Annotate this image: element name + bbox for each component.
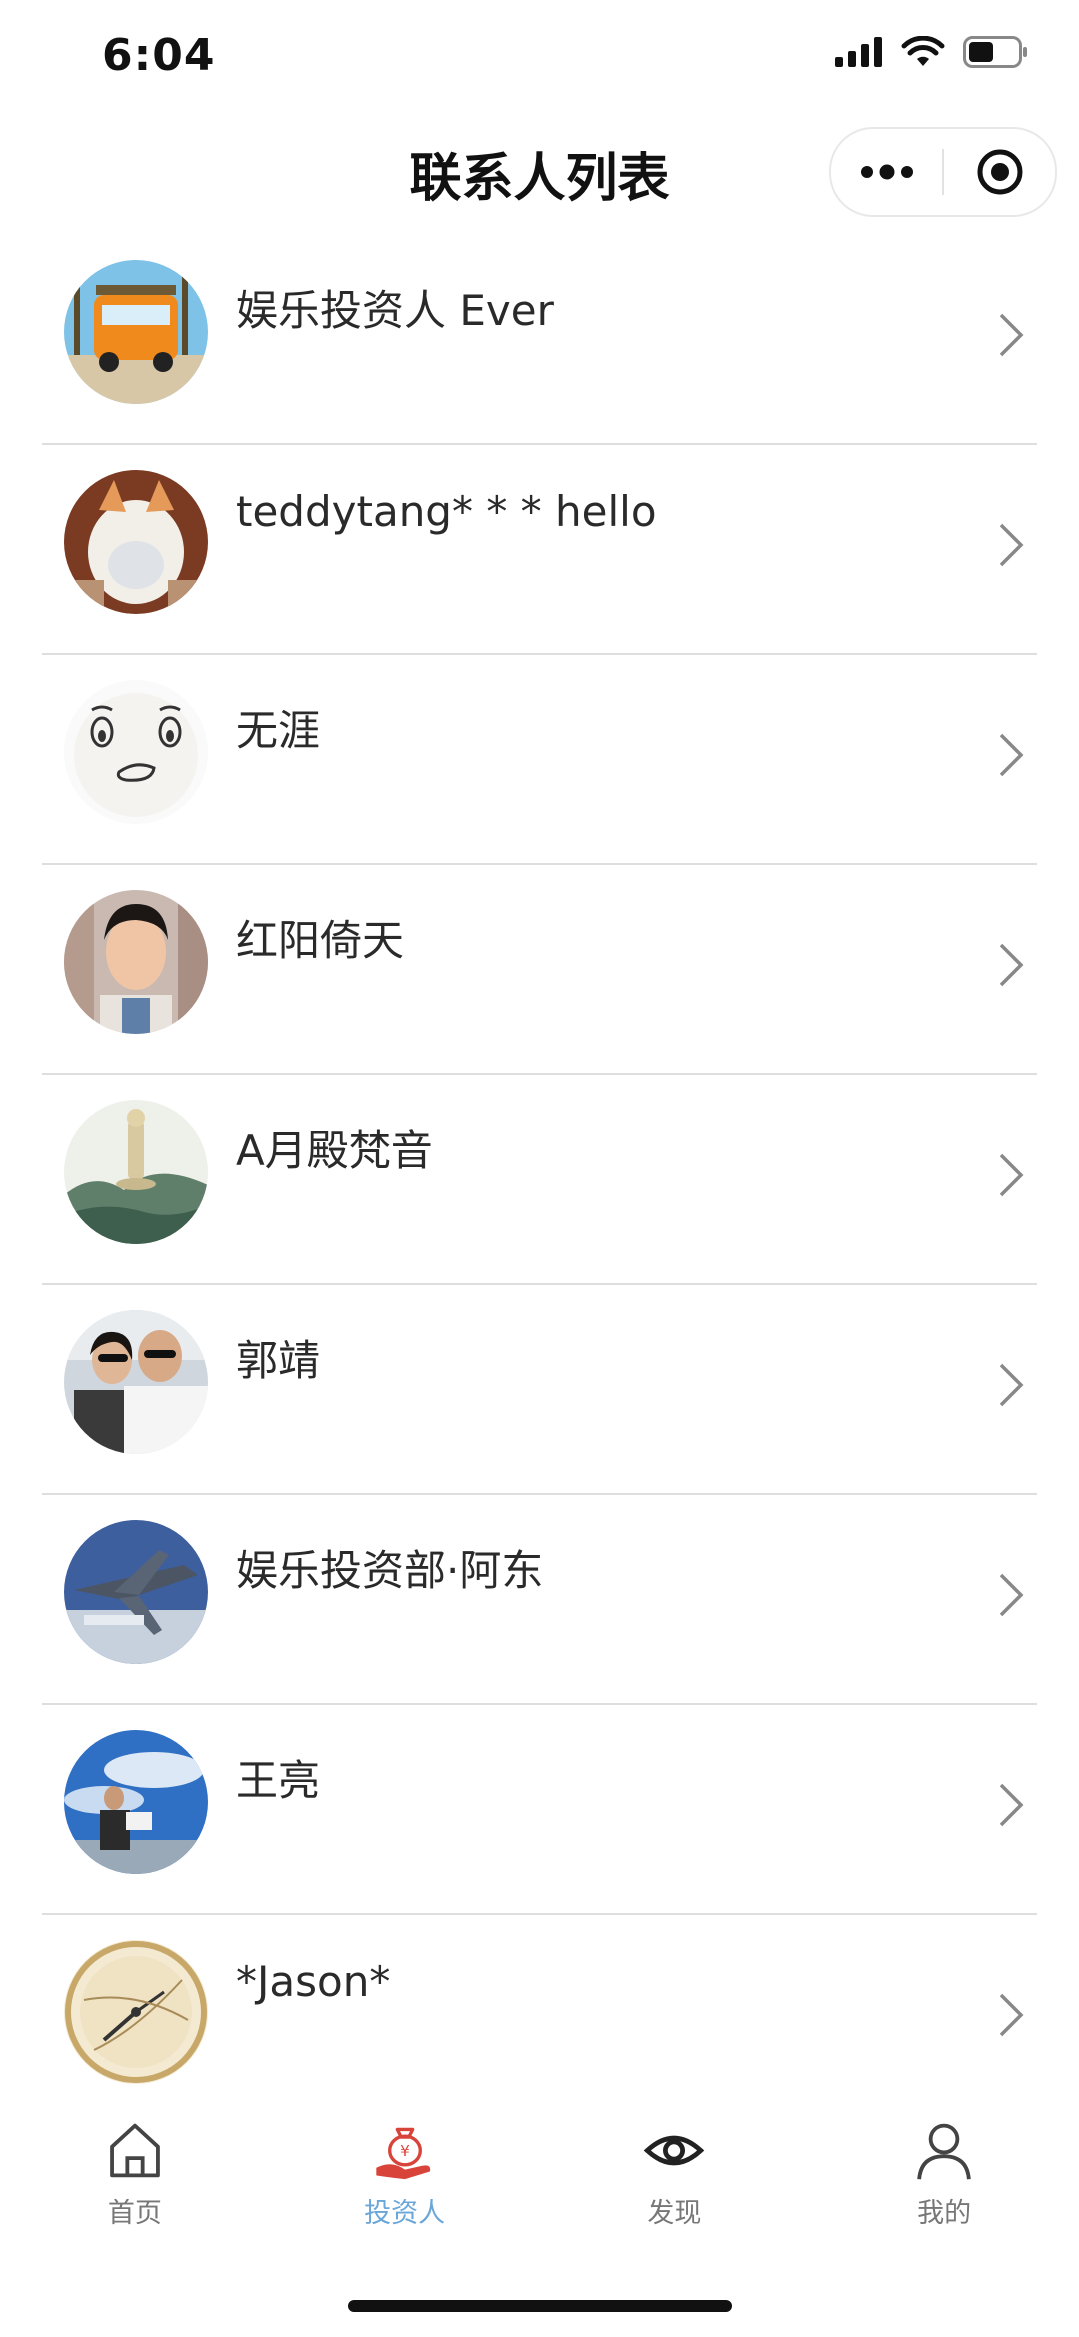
- contact-name: 娱乐投资人 Ever: [236, 286, 554, 335]
- chevron-right-icon: [999, 733, 1024, 777]
- nav-bar: 联系人列表: [0, 110, 1079, 235]
- tab-label: 首页: [107, 2198, 162, 2229]
- more-button[interactable]: [831, 129, 942, 215]
- tab-label: 投资人: [364, 2198, 446, 2229]
- tab-home[interactable]: 首页: [0, 2100, 270, 2230]
- contact-item[interactable]: 无涯: [0, 655, 1079, 865]
- contact-name: 无涯: [236, 706, 321, 755]
- contact-item[interactable]: 红阳倚天: [0, 865, 1079, 1075]
- close-button[interactable]: [944, 129, 1055, 215]
- contact-item[interactable]: 娱乐投资部·阿东: [0, 1495, 1079, 1705]
- status-bar: 6:04: [0, 0, 1079, 110]
- contact-name: 郭靖: [236, 1336, 321, 1385]
- contact-name: A月殿梵音: [236, 1126, 433, 1175]
- contact-item[interactable]: 娱乐投资人 Ever: [0, 235, 1079, 445]
- money-bag-hand-icon: ¥: [375, 2127, 430, 2180]
- avatar: [64, 680, 208, 824]
- chevron-right-icon: [999, 1993, 1024, 2037]
- home-icon: [110, 2123, 160, 2178]
- contact-name: *Jason*: [236, 1957, 391, 2006]
- chevron-right-icon: [999, 1153, 1024, 1197]
- tab-label: 我的: [917, 2198, 972, 2229]
- target-icon: [977, 149, 1022, 195]
- avatar: [64, 470, 208, 614]
- tab-discover[interactable]: 发现: [540, 2100, 810, 2230]
- svg-text:¥: ¥: [400, 2142, 410, 2160]
- chevron-right-icon: [999, 1363, 1024, 1407]
- tab-bar: 首页 ¥ 投资人 发现 我的: [0, 2100, 1079, 2230]
- contact-item[interactable]: 王亮: [0, 1705, 1079, 1915]
- user-icon: [917, 2123, 971, 2180]
- contact-name: 娱乐投资部·阿东: [236, 1546, 544, 1595]
- more-dots-icon: [860, 164, 913, 180]
- chevron-right-icon: [999, 1783, 1024, 1827]
- status-time: 6:04: [102, 30, 216, 81]
- eye-icon: [644, 2135, 705, 2166]
- contact-item[interactable]: 郭靖: [0, 1285, 1079, 1495]
- avatar: [64, 890, 208, 1034]
- avatar: [64, 1730, 208, 1874]
- chevron-right-icon: [999, 1573, 1024, 1617]
- wifi-icon: [901, 36, 945, 66]
- contact-item[interactable]: A月殿梵音: [0, 1075, 1079, 1285]
- contact-name: 王亮: [236, 1756, 321, 1805]
- contact-list: 娱乐投资人 Ever teddytang* * * hello 无涯 红阳倚天 …: [0, 235, 1079, 2125]
- status-icons: [835, 36, 1029, 68]
- contact-item[interactable]: teddytang* * * hello: [0, 445, 1079, 655]
- tab-mine[interactable]: 我的: [809, 2100, 1079, 2230]
- chevron-right-icon: [999, 523, 1024, 567]
- battery-icon: [963, 36, 1027, 68]
- home-indicator: [348, 2300, 732, 2312]
- avatar: [64, 1310, 208, 1454]
- mini-program-capsule: [829, 127, 1057, 217]
- avatar: [64, 1100, 208, 1244]
- signal-icon: [835, 37, 882, 67]
- tab-label: 发现: [647, 2198, 702, 2229]
- chevron-right-icon: [999, 313, 1024, 357]
- contact-item[interactable]: *Jason*: [0, 1915, 1079, 2125]
- tab-investors[interactable]: ¥ 投资人: [270, 2100, 540, 2230]
- avatar: [64, 1940, 208, 2084]
- avatar: [64, 260, 208, 404]
- contact-name: 红阳倚天: [236, 916, 405, 965]
- contact-name: teddytang* * * hello: [236, 487, 657, 536]
- chevron-right-icon: [999, 943, 1024, 987]
- avatar: [64, 1520, 208, 1664]
